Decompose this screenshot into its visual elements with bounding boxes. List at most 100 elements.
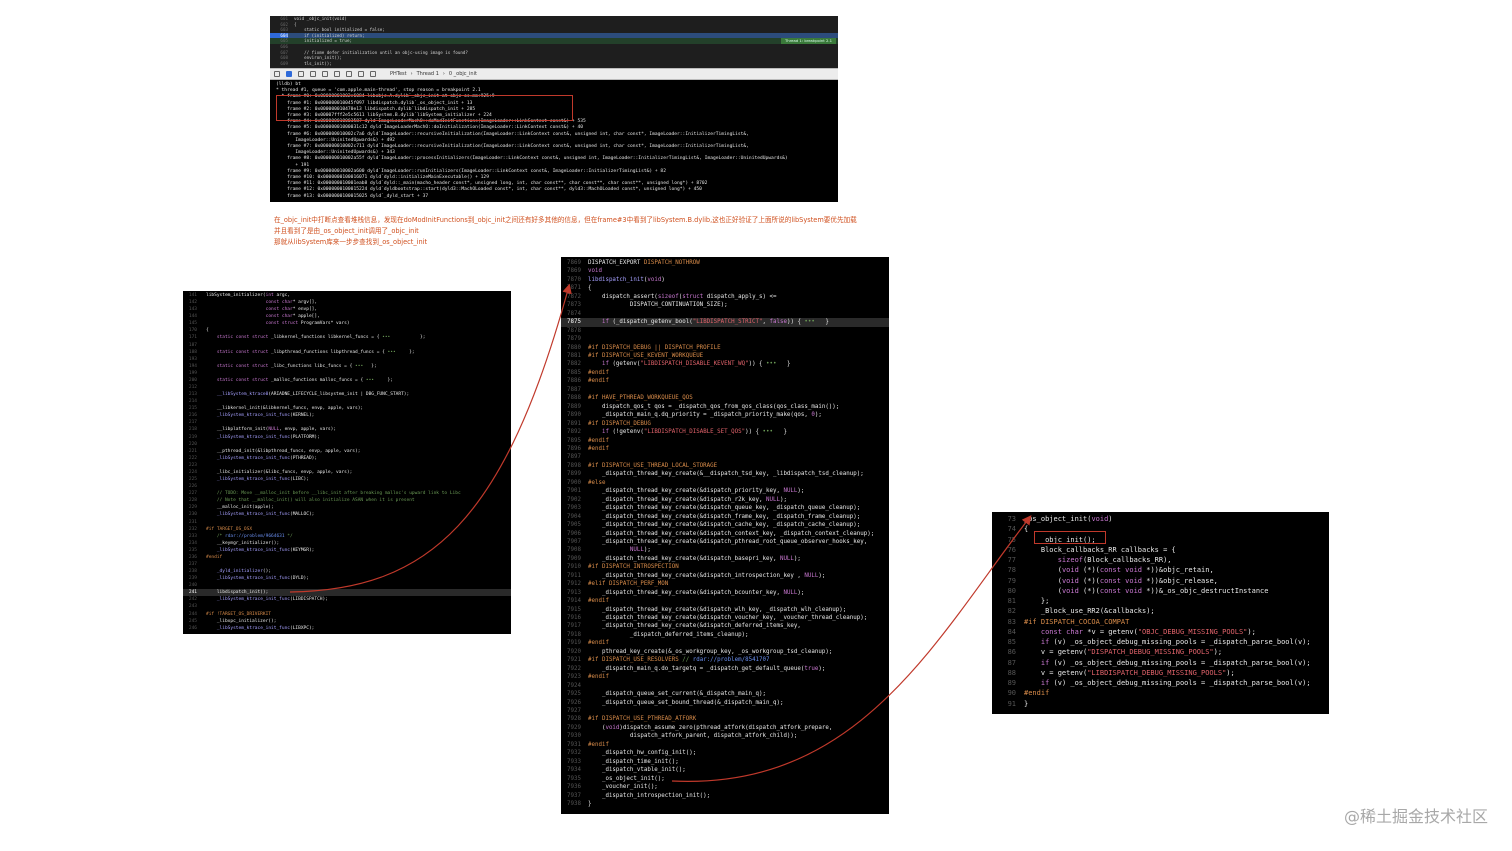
line-number[interactable]: 7908 — [561, 546, 581, 554]
line-number[interactable]: 7878 — [561, 327, 581, 335]
line-number[interactable]: 7870 — [561, 276, 581, 284]
line-number[interactable]: 223 — [183, 462, 197, 469]
line-number[interactable]: 222 — [183, 455, 197, 462]
line-number[interactable]: 86 — [992, 647, 1016, 657]
line-number[interactable]: 7886 — [561, 377, 581, 385]
line-number[interactable]: 7874 — [561, 310, 581, 318]
step-over-icon[interactable] — [310, 71, 316, 77]
line-number[interactable]: 7915 — [561, 606, 581, 614]
line-number[interactable]: 7879 — [561, 335, 581, 343]
line-number[interactable]: 229 — [183, 504, 197, 511]
line-number[interactable]: 7900 — [561, 479, 581, 487]
line-number[interactable]: 7869 — [561, 267, 581, 275]
line-number[interactable]: 212 — [183, 384, 197, 391]
line-number[interactable]: 214 — [183, 398, 197, 405]
line-number[interactable]: 75 — [992, 535, 1016, 545]
line-number[interactable]: 7919 — [561, 639, 581, 647]
line-number[interactable]: 7922 — [561, 665, 581, 673]
line-number[interactable]: 7928 — [561, 715, 581, 723]
line-number[interactable]: 7936 — [561, 783, 581, 791]
line-number[interactable]: 227 — [183, 490, 197, 497]
line-number[interactable]: 7924 — [561, 682, 581, 690]
line-number[interactable]: 7909 — [561, 555, 581, 563]
line-number[interactable]: 244 — [183, 611, 197, 618]
line-number[interactable]: 238 — [183, 568, 197, 575]
line-number[interactable]: 233 — [183, 533, 197, 540]
line-number[interactable]: 193 — [183, 356, 197, 363]
line-number[interactable]: 7882 — [561, 360, 581, 368]
line-number[interactable]: 7906 — [561, 530, 581, 538]
line-number[interactable]: 7892 — [561, 428, 581, 436]
line-number[interactable]: 242 — [183, 596, 197, 603]
line-number[interactable]: 7899 — [561, 470, 581, 478]
line-number[interactable]: 216 — [183, 412, 197, 419]
line-number[interactable]: 7918 — [561, 631, 581, 639]
thread-name[interactable]: Thread 1 — [417, 71, 439, 77]
line-number[interactable]: 7887 — [561, 386, 581, 394]
line-number[interactable]: 236 — [183, 554, 197, 561]
line-number[interactable]: 221 — [183, 448, 197, 455]
target-name[interactable]: PHTest — [390, 71, 407, 77]
line-number[interactable]: 80 — [992, 586, 1016, 596]
line-number[interactable]: 144 — [183, 313, 197, 320]
line-number[interactable]: 7910 — [561, 563, 581, 571]
line-number[interactable]: 7898 — [561, 462, 581, 470]
line-number[interactable]: 219 — [183, 434, 197, 441]
line-number[interactable]: 7904 — [561, 513, 581, 521]
line-number[interactable]: 7905 — [561, 521, 581, 529]
line-number[interactable]: 213 — [183, 391, 197, 398]
line-number[interactable]: 73 — [992, 514, 1016, 524]
line-number[interactable]: 7890 — [561, 411, 581, 419]
line-number[interactable]: 7933 — [561, 758, 581, 766]
line-number[interactable]: 7929 — [561, 724, 581, 732]
line-number[interactable]: 7888 — [561, 394, 581, 402]
simulate-location-icon[interactable] — [370, 71, 376, 77]
line-number[interactable]: 231 — [183, 519, 197, 526]
line-number[interactable]: 76 — [992, 545, 1016, 555]
line-number[interactable]: 7925 — [561, 690, 581, 698]
line-number[interactable]: 85 — [992, 637, 1016, 647]
line-number[interactable]: 74 — [992, 524, 1016, 534]
line-number[interactable]: 7913 — [561, 589, 581, 597]
line-number[interactable]: 7881 — [561, 352, 581, 360]
line-number[interactable]: 7901 — [561, 487, 581, 495]
line-number[interactable]: 215 — [183, 405, 197, 412]
line-number[interactable]: 141 — [183, 292, 197, 299]
step-out-icon[interactable] — [334, 71, 340, 77]
line-number[interactable]: 84 — [992, 627, 1016, 637]
line-number[interactable]: 187 — [183, 342, 197, 349]
line-number[interactable]: 241 — [183, 589, 197, 596]
line-number[interactable]: 81 — [992, 596, 1016, 606]
line-number[interactable]: 199 — [183, 370, 197, 377]
line-number[interactable]: 91 — [992, 699, 1016, 709]
line-number[interactable]: 7911 — [561, 572, 581, 580]
breakpoints-toggle-icon[interactable] — [286, 71, 292, 77]
line-number[interactable]: 235 — [183, 547, 197, 554]
line-number[interactable]: 79 — [992, 576, 1016, 586]
view-hierarchy-icon[interactable] — [346, 71, 352, 77]
line-number[interactable]: 609 — [270, 61, 288, 67]
line-number[interactable]: 7873 — [561, 301, 581, 309]
line-number[interactable]: 243 — [183, 603, 197, 610]
line-number[interactable]: 224 — [183, 469, 197, 476]
line-number[interactable]: 171 — [183, 334, 197, 341]
line-number[interactable]: 89 — [992, 678, 1016, 688]
frame-name[interactable]: 0 _objc_init — [449, 71, 477, 77]
line-number[interactable]: 7921 — [561, 656, 581, 664]
line-number[interactable]: 237 — [183, 561, 197, 568]
line-number[interactable]: 7935 — [561, 775, 581, 783]
line-number[interactable]: 7889 — [561, 403, 581, 411]
step-into-icon[interactable] — [322, 71, 328, 77]
line-number[interactable]: 7923 — [561, 673, 581, 681]
continue-icon[interactable] — [298, 71, 304, 77]
line-number[interactable]: 83 — [992, 617, 1016, 627]
hide-debug-area-icon[interactable] — [274, 71, 280, 77]
line-number[interactable]: 7931 — [561, 741, 581, 749]
line-number[interactable]: 7903 — [561, 504, 581, 512]
line-number[interactable]: 220 — [183, 441, 197, 448]
line-number[interactable]: 145 — [183, 320, 197, 327]
line-number[interactable]: 7932 — [561, 749, 581, 757]
line-number[interactable]: 170 — [183, 327, 197, 334]
line-number[interactable]: 7917 — [561, 622, 581, 630]
line-number[interactable]: 7891 — [561, 420, 581, 428]
